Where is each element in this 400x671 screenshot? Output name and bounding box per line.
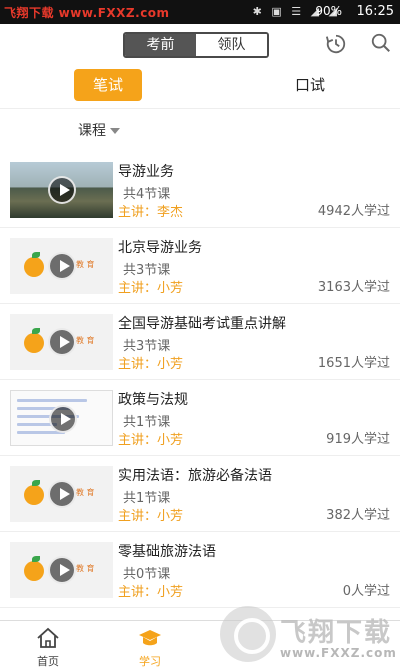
learner-count: 4942人学过: [317, 204, 390, 219]
learner-count: 919人学过: [326, 432, 390, 447]
tab-oral-exam[interactable]: 口试: [276, 69, 344, 101]
clock: 16:25: [356, 4, 394, 19]
leaf-icon: [32, 480, 40, 486]
course-thumbnail: 教 育: [10, 542, 113, 598]
toggle-option-pre-exam[interactable]: 考前: [125, 34, 196, 56]
brand-mark: 教 育: [76, 260, 95, 269]
lesson-count: 共3节课: [123, 339, 171, 354]
learner-count: 1651人学过: [317, 356, 390, 371]
play-icon: [48, 252, 76, 280]
learner-count: 3163人学过: [317, 280, 390, 295]
course-thumbnail: [10, 390, 113, 446]
course-title: 全国导游基础考试重点讲解: [118, 316, 286, 332]
play-icon: [48, 556, 76, 584]
leaf-icon: [32, 252, 40, 258]
teacher-name: 主讲：小芳: [118, 585, 184, 600]
nav-study[interactable]: 学习: [110, 621, 190, 671]
lesson-count: 共4节课: [123, 187, 171, 202]
brand-mark: 教 育: [76, 488, 95, 497]
teacher-name: 主讲：李杰: [118, 205, 184, 220]
orange-logo-icon: [24, 485, 44, 505]
course-title: 导游业务: [118, 164, 174, 180]
lesson-count: 共3节课: [123, 263, 171, 278]
nav-study-label: 学习: [139, 655, 161, 668]
watermark-overlay: 飞翔下载 www.FXXZ.com: [220, 606, 400, 668]
course-item[interactable]: 教 育 北京导游业务 共3节课 主讲：小芳 3163人学过: [0, 228, 400, 304]
course-item[interactable]: 政策与法规 共1节课 主讲：小芳 919人学过: [0, 380, 400, 456]
filter-label: 课程: [78, 123, 106, 139]
teacher-name: 主讲：小芳: [118, 433, 184, 448]
toggle-option-leader[interactable]: 领队: [196, 34, 267, 56]
search-icon[interactable]: [370, 32, 392, 54]
course-thumbnail: 教 育: [10, 314, 113, 370]
watermark-url: www.FXXZ.com: [280, 646, 397, 660]
course-title: 政策与法规: [118, 392, 188, 408]
course-title: 零基础旅游法语: [118, 544, 216, 560]
brand-mark: 教 育: [76, 564, 95, 573]
history-icon[interactable]: [325, 33, 347, 55]
graduation-cap-icon: [139, 630, 161, 646]
orange-logo-icon: [24, 257, 44, 277]
leaf-icon: [32, 328, 40, 334]
play-icon: [48, 328, 76, 356]
course-item[interactable]: 教 育 实用法语：旅游必备法语 共1节课 主讲：小芳 382人学过: [0, 456, 400, 532]
watermark-text: 飞翔下载 www.FXXZ.com: [4, 6, 170, 20]
home-icon: [37, 627, 59, 648]
leaf-icon: [32, 556, 40, 562]
course-item[interactable]: 导游业务 共4节课 主讲：李杰 4942人学过: [0, 152, 400, 228]
watermark-logo-icon: [220, 606, 276, 662]
orange-logo-icon: [24, 561, 44, 581]
teacher-name: 主讲：小芳: [118, 509, 184, 524]
chevron-down-icon: [110, 128, 120, 134]
learner-count: 382人学过: [326, 508, 390, 523]
orange-logo-icon: [24, 333, 44, 353]
brand-mark: 教 育: [76, 336, 95, 345]
tab-written-exam[interactable]: 笔试: [74, 69, 142, 101]
divider: [0, 108, 400, 109]
learner-count: 0人学过: [342, 584, 390, 599]
course-filter-dropdown[interactable]: 课程: [78, 120, 120, 140]
status-bar: 飞翔下载 www.FXXZ.com ✱ ▣ ☰ ◢ ◢ 90% 16:25: [0, 0, 400, 24]
exam-type-toggle: 考前 领队: [123, 32, 269, 58]
lesson-count: 共1节课: [123, 491, 171, 506]
battery-level: 90%: [315, 4, 342, 18]
play-icon: [48, 176, 76, 204]
course-thumbnail: 教 育: [10, 466, 113, 522]
course-title: 北京导游业务: [118, 240, 202, 256]
course-item[interactable]: 教 育 全国导游基础考试重点讲解 共3节课 主讲：小芳 1651人学过: [0, 304, 400, 380]
course-item[interactable]: 教 育 零基础旅游法语 共0节课 主讲：小芳 0人学过: [0, 532, 400, 608]
course-thumbnail: [10, 162, 113, 218]
course-title: 实用法语：旅游必备法语: [118, 468, 272, 484]
play-icon: [48, 480, 76, 508]
nav-home-label: 首页: [37, 655, 59, 668]
course-thumbnail: 教 育: [10, 238, 113, 294]
teacher-name: 主讲：小芳: [118, 281, 184, 296]
teacher-name: 主讲：小芳: [118, 357, 184, 372]
lesson-count: 共1节课: [123, 415, 171, 430]
lesson-count: 共0节课: [123, 567, 171, 582]
play-icon: [49, 405, 77, 433]
watermark-title: 飞翔下载: [280, 618, 393, 648]
nav-home[interactable]: 首页: [8, 621, 88, 671]
